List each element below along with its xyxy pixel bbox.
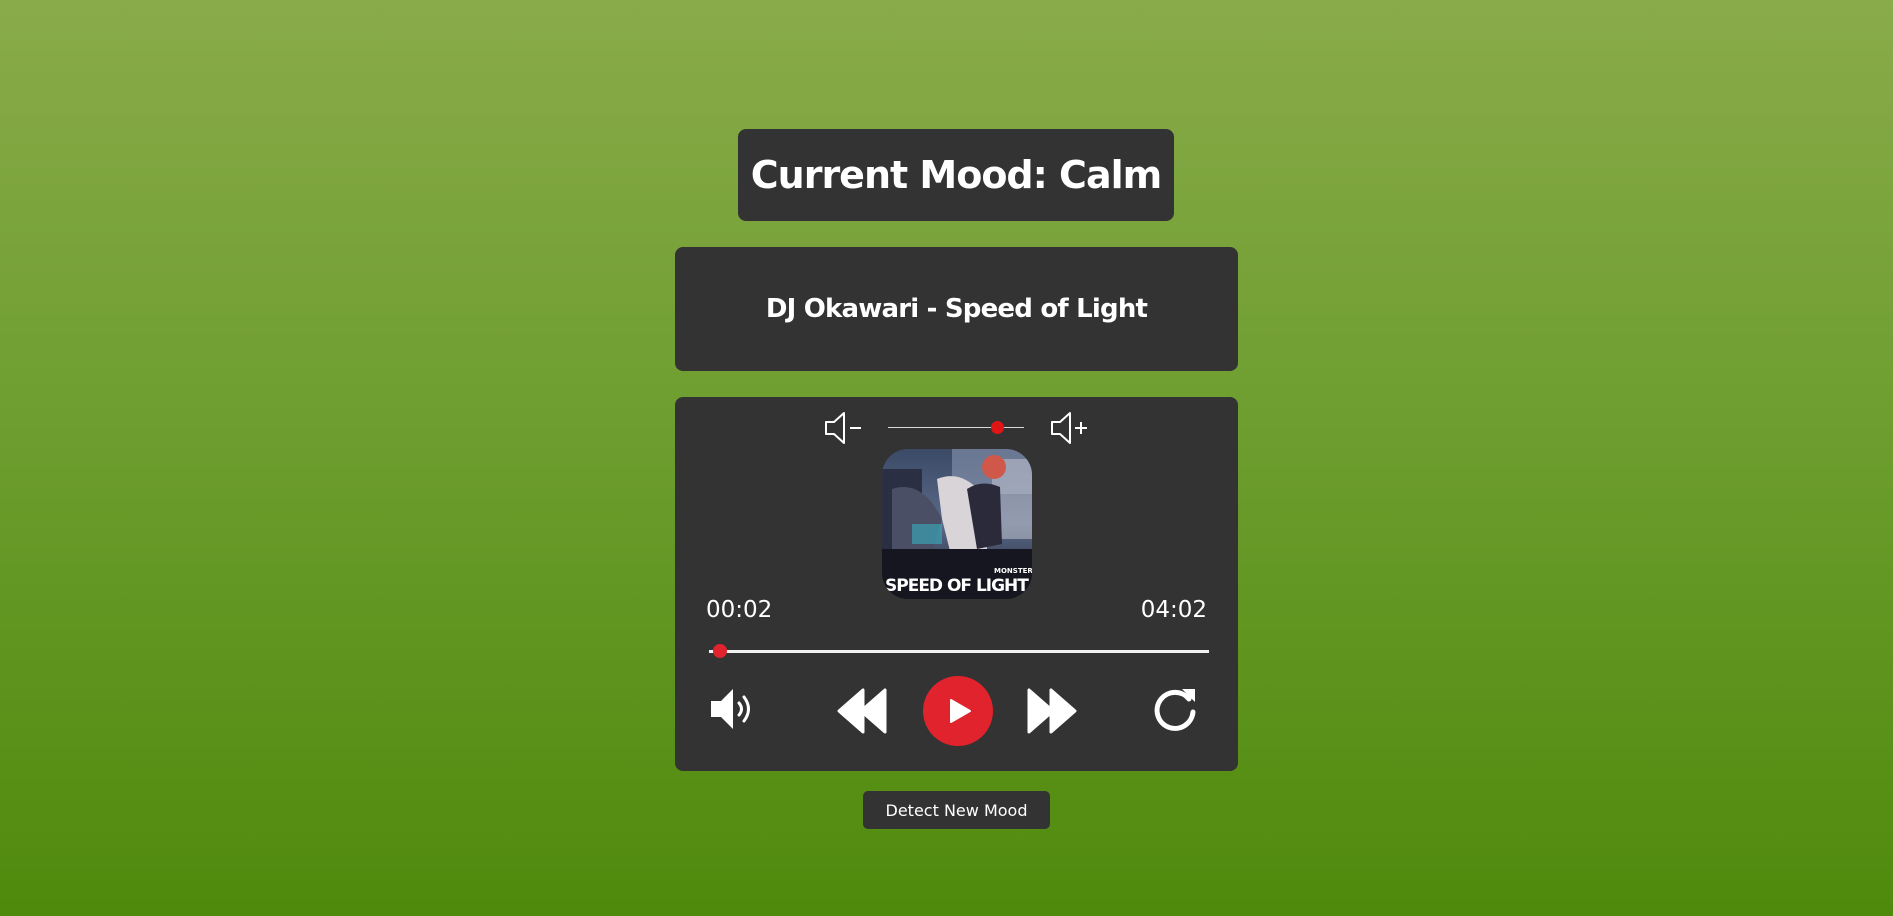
total-time: 04:02 bbox=[1140, 597, 1207, 623]
progress-thumb[interactable] bbox=[713, 644, 727, 658]
album-art-label-main: SPEED OF LIGHT bbox=[885, 576, 1029, 596]
volume-slider-thumb[interactable] bbox=[990, 421, 1004, 434]
current-time: 00:02 bbox=[706, 597, 773, 623]
volume-slider[interactable] bbox=[888, 421, 1024, 434]
song-title-panel: DJ Okawari - Speed of Light bbox=[675, 247, 1238, 371]
repeat-icon[interactable] bbox=[1149, 684, 1201, 736]
detect-new-mood-button[interactable]: Detect New Mood bbox=[863, 791, 1050, 829]
current-mood-title: Current Mood: Calm bbox=[738, 129, 1174, 221]
play-button[interactable] bbox=[922, 675, 994, 747]
song-title-text: DJ Okawari - Speed of Light bbox=[765, 294, 1148, 324]
rewind-icon[interactable] bbox=[837, 686, 889, 736]
fast-forward-icon[interactable] bbox=[1025, 686, 1077, 736]
progress-bar[interactable] bbox=[709, 644, 1209, 658]
volume-down-icon[interactable] bbox=[823, 409, 865, 447]
mood-title-text: Current Mood: Calm bbox=[750, 153, 1162, 197]
volume-up-icon[interactable] bbox=[1049, 409, 1091, 447]
album-art-label-small: MONSTER SIREN bbox=[994, 567, 1032, 575]
music-player: MONSTER SIREN SPEED OF LIGHT 00:02 04:02 bbox=[675, 397, 1238, 771]
album-art: MONSTER SIREN SPEED OF LIGHT bbox=[882, 449, 1032, 599]
volume-control bbox=[675, 407, 1238, 449]
speaker-icon[interactable] bbox=[709, 683, 763, 735]
